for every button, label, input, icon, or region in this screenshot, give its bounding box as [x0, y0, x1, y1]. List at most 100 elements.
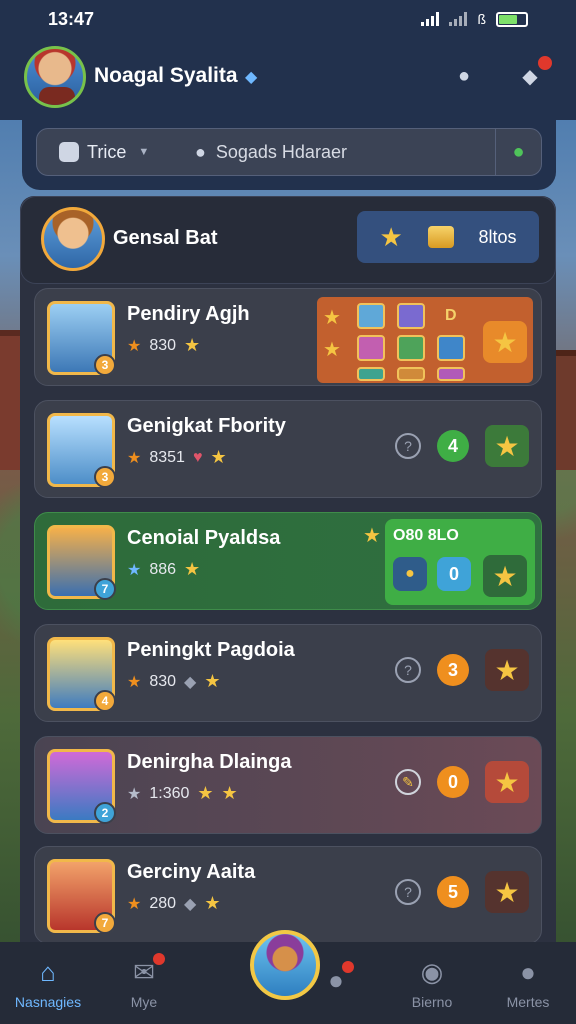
hero-avatar: [41, 207, 105, 271]
profile-button[interactable]: ●: [446, 58, 482, 94]
nfc-icon: ß: [477, 11, 486, 27]
gold-star-icon: ★: [204, 893, 221, 913]
center-character-button[interactable]: [250, 930, 320, 1000]
mini-avatar: [397, 335, 425, 361]
list-item[interactable]: 3 Genigkat Fbority ★ 8351 ♥ ★ ? 4 ★: [34, 400, 542, 498]
level-badge: 3: [94, 354, 116, 376]
location-pin-icon[interactable]: ●: [495, 128, 541, 176]
profile-icon: ●: [457, 64, 471, 87]
star-button[interactable]: ★: [485, 871, 529, 913]
currency-value: 8ltos: [478, 226, 517, 247]
mini-avatar: [437, 367, 465, 381]
chat-bubble-icon: ●: [328, 960, 354, 996]
star-icon: ★: [492, 326, 518, 358]
filter-dropdown[interactable]: Trice ▼: [37, 142, 187, 163]
card-actions: ? 4 ★: [395, 425, 529, 467]
gold-star-icon: ★: [184, 335, 201, 355]
gold-star-icon: ★: [210, 447, 227, 467]
notification-dot: [341, 960, 354, 973]
level-badge: 2: [94, 802, 116, 824]
card-stats: ★ 8351 ♥ ★: [127, 447, 227, 468]
list-item[interactable]: 4 Peningkt Pagdoia ★ 830 ◆ ★ ? 3 ★: [34, 624, 542, 722]
tag-icon: [59, 142, 79, 162]
card-actions: ✎ 0 ★: [395, 761, 529, 803]
notification-dot: [152, 952, 165, 965]
nav-item-games[interactable]: ◉ Bierno: [387, 957, 477, 1010]
star-icon: ★: [323, 339, 341, 361]
star-icon: ★: [127, 337, 142, 355]
shield-icon: ◆: [184, 673, 197, 691]
list-item[interactable]: 2 Denirgha Dlainga ★ 1:360 ★ ★ ✎ 0 ★: [34, 736, 542, 834]
card-stats: ★ 280 ◆ ★: [127, 893, 221, 914]
speech-bubble-icon: ●: [195, 141, 206, 162]
status-time: 13:47: [48, 8, 95, 29]
currency-box[interactable]: ★ 8ltos: [357, 211, 539, 263]
card-score: 830: [149, 336, 177, 354]
star-button[interactable]: ★: [485, 649, 529, 691]
mini-avatar: [357, 303, 385, 329]
gold-star-icon: ★: [184, 559, 201, 579]
star-icon: ★: [127, 673, 142, 691]
nav-item-home[interactable]: ⌂ Nasnagies: [3, 957, 93, 1010]
star-icon: ★: [127, 449, 142, 467]
grid-label: D: [445, 307, 457, 324]
star-button[interactable]: ★: [483, 555, 527, 597]
count-badge: 3: [437, 654, 469, 686]
list-item[interactable]: 3 Pendiry Agjh ★ 830 ★ ★ ★ D ★: [34, 288, 542, 386]
bonus-label: O80 8LO: [393, 527, 459, 544]
star-button[interactable]: ★: [483, 321, 527, 363]
search-placeholder: Sogads Hdaraer: [215, 141, 347, 162]
count-badge: 4: [437, 430, 469, 462]
card-avatar: 4: [47, 637, 116, 712]
card-stats: ★ 1:360 ★ ★: [127, 783, 238, 804]
card-title: Peningkt Pagdoia: [127, 639, 295, 661]
chat-button[interactable]: ◆: [512, 54, 554, 94]
status-icons: ß: [421, 11, 528, 27]
bonus-box: O80 8LO ● 0 ★: [385, 519, 535, 605]
star-icon: ★: [363, 525, 381, 547]
level-badge: 4: [94, 690, 116, 712]
card-title: Gerciny Aaita: [127, 861, 256, 883]
nav-item-profile[interactable]: ● Mertes: [483, 957, 573, 1010]
search-input[interactable]: ● Sogads Hdaraer: [187, 142, 495, 163]
help-icon[interactable]: ?: [395, 657, 421, 683]
notification-badge: [536, 54, 554, 72]
card-score: 8351: [149, 448, 185, 466]
card-stats: ★ 830 ◆ ★: [127, 671, 221, 692]
card-avatar: 3: [47, 413, 116, 488]
badge-icon[interactable]: ✎: [395, 769, 421, 795]
card-stats: ★ 886 ★: [127, 559, 200, 580]
help-icon[interactable]: ?: [395, 433, 421, 459]
card-actions: ? 5 ★: [395, 871, 529, 913]
nav-item-mail[interactable]: ✉ Mye: [99, 952, 189, 1010]
shield-icon: ◆: [184, 895, 197, 913]
user-icon: ●: [520, 956, 536, 987]
count-badge: 5: [437, 876, 469, 908]
list-item[interactable]: 7 Cenoial Pyaldsa ★ 886 ★ ★ O80 8LO ● 0 …: [34, 512, 542, 610]
mini-avatar: [357, 335, 385, 361]
home-icon: ⌂: [40, 956, 56, 987]
verified-gem-icon: ◆: [245, 69, 258, 86]
chevron-down-icon: ▼: [138, 146, 150, 158]
card-score: 886: [149, 560, 177, 578]
gold-star-icon: ★: [221, 783, 238, 803]
card-title: Denirgha Dlainga: [127, 751, 292, 773]
star-button[interactable]: ★: [485, 425, 529, 467]
count-badge: 0: [437, 766, 469, 798]
gamepad-icon: ◉: [420, 956, 444, 987]
card-title: Cenoial Pyaldsa: [127, 527, 281, 549]
player-name: Noagal Syalita: [94, 64, 238, 87]
hero-row[interactable]: Gensal Bat ★ 8ltos: [20, 196, 556, 284]
mini-avatar: [397, 303, 425, 329]
nav-label: Mertes: [506, 993, 550, 1010]
nav-label: Mye: [130, 993, 158, 1010]
help-icon[interactable]: ?: [395, 879, 421, 905]
player-avatar[interactable]: [24, 46, 86, 108]
heart-icon: ♥: [192, 448, 203, 466]
signal-icon: [421, 12, 440, 26]
card-score: 830: [149, 672, 177, 690]
level-badge: 3: [94, 466, 116, 488]
star-button[interactable]: ★: [485, 761, 529, 803]
nav-label: Nasnagies: [14, 993, 82, 1010]
mini-avatar: [357, 367, 385, 381]
